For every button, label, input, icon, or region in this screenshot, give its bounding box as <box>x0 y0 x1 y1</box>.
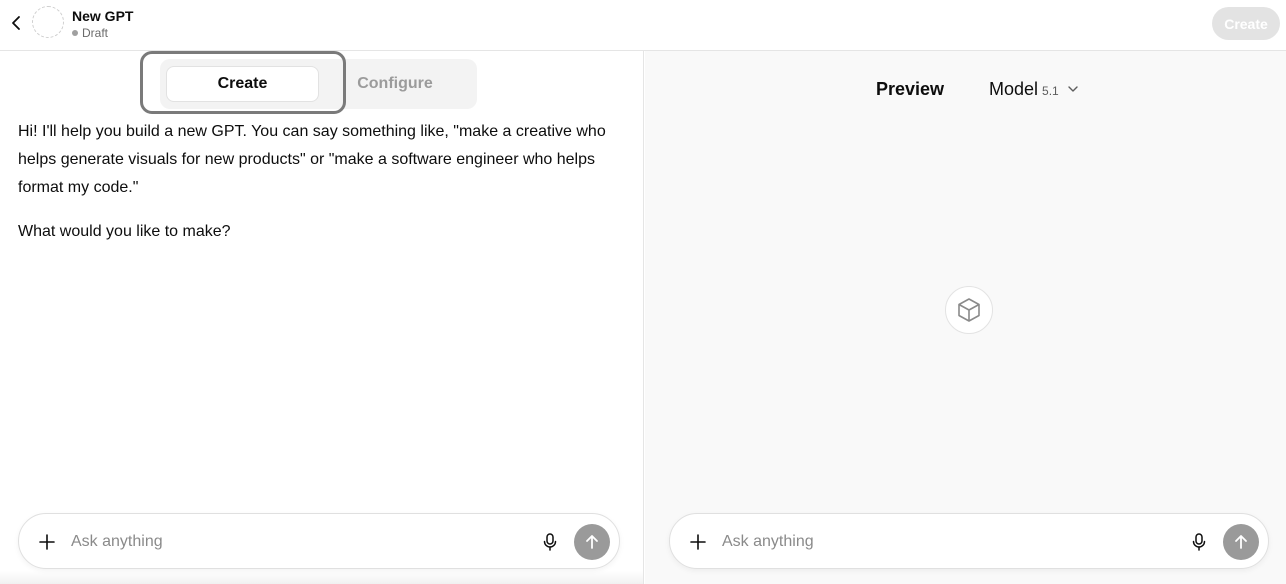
send-button[interactable] <box>1223 524 1259 560</box>
preview-title: Preview <box>876 79 945 99</box>
add-attachment-button[interactable] <box>35 530 59 554</box>
microphone-icon <box>543 533 557 551</box>
dictate-button[interactable] <box>1187 530 1211 554</box>
gpt-name: New GPT <box>72 8 134 24</box>
assistant-message: Hi! I'll help you build a new GPT. You c… <box>18 118 623 246</box>
builder-composer <box>18 513 620 569</box>
gpt-builder-app: New GPT Draft Create Create Configure Hi… <box>0 0 1286 584</box>
tab-configure[interactable]: Configure <box>320 66 470 102</box>
microphone-icon <box>1192 533 1206 551</box>
gpt-placeholder-avatar <box>945 286 993 334</box>
arrow-up-icon <box>586 535 598 549</box>
dictate-button[interactable] <box>538 530 562 554</box>
status-dot-icon <box>72 30 78 36</box>
back-button[interactable] <box>6 12 26 34</box>
message-paragraph: What would you like to make? <box>18 223 231 240</box>
model-version: 5.1 <box>1042 84 1059 98</box>
chevron-left-icon <box>12 16 20 30</box>
chevron-down-icon <box>1067 85 1079 93</box>
builder-message-input[interactable] <box>71 528 531 556</box>
preview-message-input[interactable] <box>722 528 1172 556</box>
model-selector[interactable]: Model 5.1 <box>989 79 1079 100</box>
cube-icon <box>958 298 980 322</box>
message-paragraph: Hi! I'll help you build a new GPT. You c… <box>18 123 606 196</box>
status-label: Draft <box>82 26 109 40</box>
send-button[interactable] <box>574 524 610 560</box>
top-bar: New GPT Draft Create <box>0 0 1286 51</box>
plus-icon <box>39 534 55 550</box>
create-button[interactable]: Create <box>1212 7 1280 40</box>
builder-pane: Create Configure Hi! I'll help you build… <box>0 51 644 584</box>
preview-composer <box>669 513 1269 569</box>
plus-icon <box>690 534 706 550</box>
model-label: Model <box>989 79 1039 99</box>
gpt-avatar[interactable] <box>32 6 64 38</box>
arrow-up-icon <box>1235 535 1247 549</box>
tab-create[interactable]: Create <box>166 66 319 102</box>
add-attachment-button[interactable] <box>686 530 710 554</box>
status-indicator: Draft <box>72 26 108 40</box>
bottom-fade <box>0 571 643 584</box>
preview-pane: Preview Model 5.1 <box>645 51 1286 584</box>
